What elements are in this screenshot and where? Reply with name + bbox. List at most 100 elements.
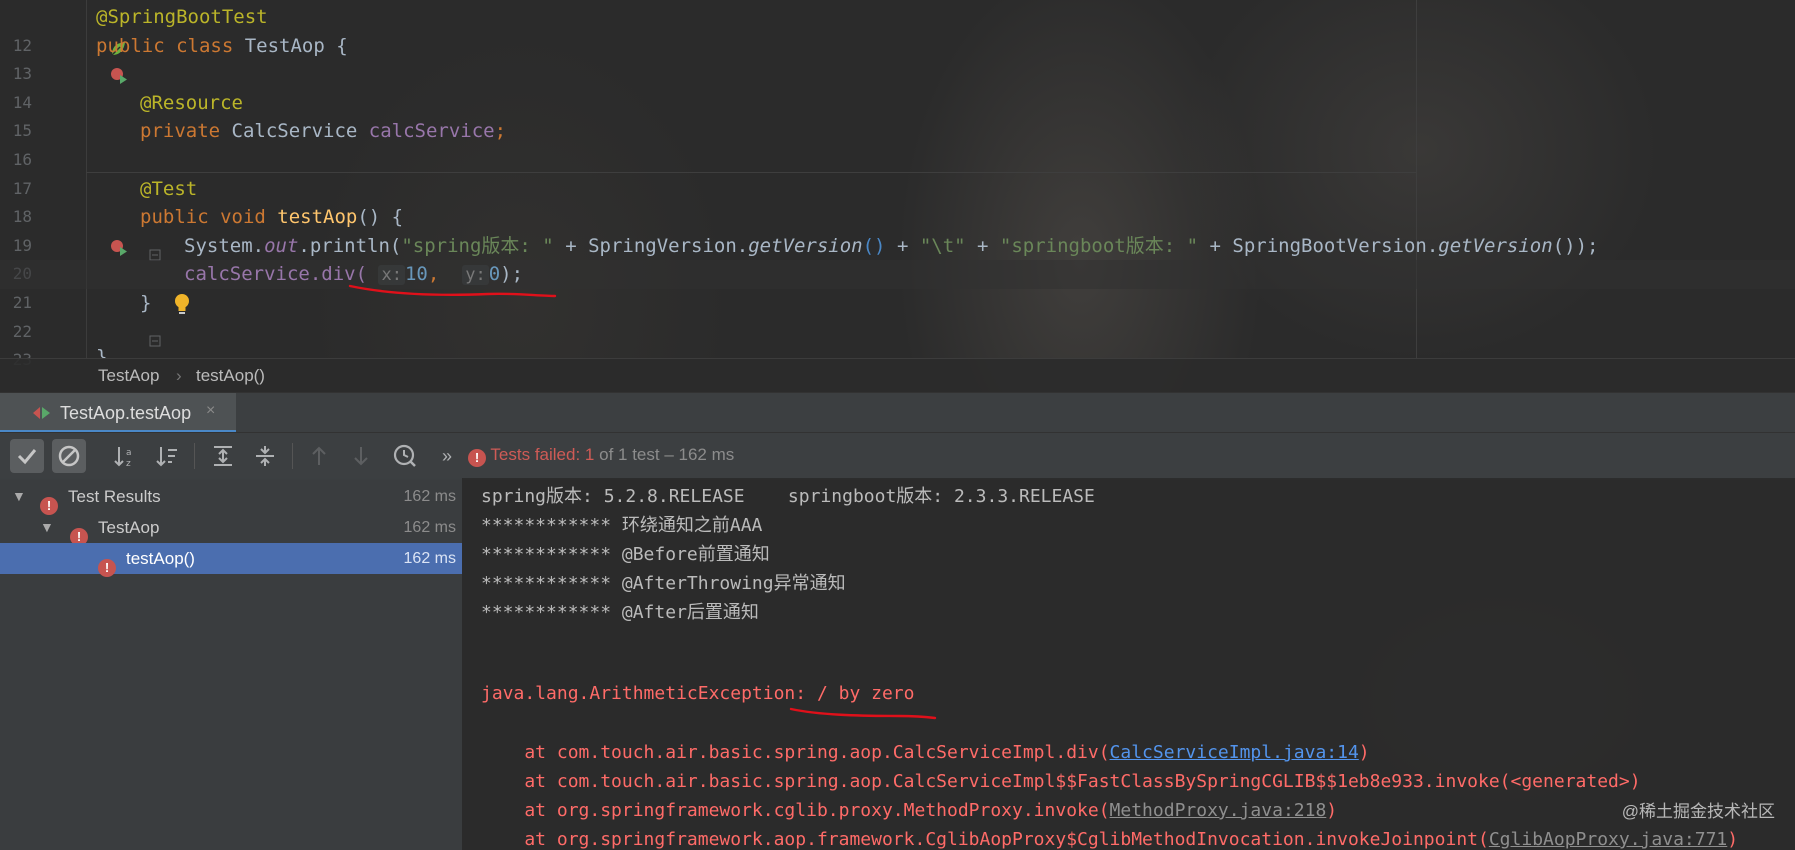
next-failed-button[interactable] <box>344 439 378 473</box>
breadcrumb-separator: › <box>176 366 182 385</box>
console-line: spring版本: 5.2.8.RELEASE springboot版本: 2.… <box>481 486 1095 507</box>
code-token: () <box>862 234 886 257</box>
run-config-icon <box>32 405 52 426</box>
code-line-21: 21 calcService.div( x: 10, y: 0); <box>0 260 1795 314</box>
code-token: + SpringVersion. <box>553 234 749 257</box>
code-token: } <box>140 292 152 314</box>
code-token: ); <box>500 263 524 286</box>
lightbulb-icon[interactable] <box>104 264 189 314</box>
code-token: + <box>965 234 1000 257</box>
code-token: ()); <box>1552 234 1599 257</box>
stacktrace-line: at com.touch.air.basic.spring.aop.CalcSe… <box>481 771 1641 792</box>
sort-alphabetically-button[interactable]: az <box>108 439 142 473</box>
stacktrace-line: at com.touch.air.basic.spring.aop.CalcSe… <box>481 742 1370 763</box>
test-runner-toolbar: az » ! Tests failed: 1 of 1 test – 162 m… <box>0 432 1795 480</box>
field-name: calcService <box>368 120 495 143</box>
breadcrumb-method[interactable]: testAop() <box>196 359 265 393</box>
source-link[interactable]: MethodProxy.java:218 <box>1110 800 1327 821</box>
red-underline-annotation <box>789 707 937 720</box>
number-literal: 0 <box>488 263 501 286</box>
static-method: getVersion <box>748 234 863 257</box>
fold-marker-icon[interactable] <box>80 212 161 261</box>
console-line: ************ @After后置通知 <box>481 602 759 623</box>
expand-all-button[interactable] <box>206 439 240 473</box>
tree-item-label: testAop() <box>126 549 195 568</box>
source-link[interactable]: CglibAopProxy.java:771 <box>1489 829 1727 850</box>
show-passed-button[interactable] <box>10 439 44 473</box>
tree-item-test-results[interactable]: ▼ ! Test Results 162 ms <box>0 481 462 515</box>
stacktrace-text: at org.springframework.aop.framework.Cgl… <box>481 829 1489 850</box>
string-literal: "spring版本: " <box>401 234 554 257</box>
watermark: @稀土掘金技术社区 <box>1621 802 1775 821</box>
sort-by-duration-button[interactable] <box>150 439 184 473</box>
stacktrace-line: at org.springframework.aop.framework.Cgl… <box>481 829 1738 850</box>
exception-line: java.lang.ArithmeticException: / by zero <box>481 683 915 704</box>
console-line: ************ @Before前置通知 <box>481 544 770 565</box>
code-line-13: 13 public class TestAop { <box>0 32 1795 85</box>
status-failed-label: Tests failed: <box>490 445 585 464</box>
tree-item-label: TestAop <box>98 518 160 537</box>
code-line-24-partial: } <box>0 343 1795 358</box>
run-test-icon[interactable] <box>40 38 127 85</box>
code-line-17: 17 <box>0 146 1795 198</box>
tab-label: TestAop.testAop <box>60 403 192 423</box>
stacktrace-text: ) <box>1326 800 1338 821</box>
more-actions-button[interactable]: » <box>430 439 464 473</box>
toolbar-separator <box>194 443 195 469</box>
status-failed-count: 1 <box>584 445 595 464</box>
tree-item-label: Test Results <box>68 487 161 506</box>
breadcrumb-class[interactable]: TestAop <box>98 359 159 393</box>
error-icon: ! <box>98 549 116 580</box>
code-line-15: 15 @Resource <box>0 89 1795 141</box>
code-line-18: 18 @Test <box>0 175 1795 227</box>
annotation: @Test <box>140 177 198 200</box>
test-history-button[interactable] <box>388 439 422 473</box>
source-link[interactable]: CalcServiceImpl.java:14 <box>1110 742 1359 763</box>
code-token: } <box>96 346 108 358</box>
status-summary: of 1 test – 162 ms <box>594 445 735 464</box>
collapse-all-button[interactable] <box>248 439 282 473</box>
sort-duration-icon <box>156 447 177 467</box>
previous-failed-button[interactable] <box>302 439 336 473</box>
comma: , <box>427 263 440 286</box>
code-line-16: 16 private CalcService calcService; <box>0 117 1795 169</box>
toolbar-separator <box>292 443 293 469</box>
checkmark-icon <box>17 449 37 465</box>
test-status: ! Tests failed: 1 of 1 test – 162 ms <box>468 445 734 467</box>
code-line-14: 14 <box>0 60 1795 112</box>
tab-testaop[interactable]: TestAop.testAop × <box>0 393 236 433</box>
tree-item-time: 162 ms <box>403 488 456 505</box>
arrow-down-icon <box>354 447 368 466</box>
svg-text:z: z <box>126 459 131 469</box>
error-icon: ! <box>468 449 486 467</box>
history-icon <box>393 444 416 467</box>
param-hint-y: y: <box>462 265 489 286</box>
arrow-up-icon <box>312 446 326 465</box>
stacktrace-text: ) <box>1358 742 1370 763</box>
sort-alpha-icon: az <box>114 447 132 469</box>
static-method: getVersion <box>1438 234 1553 257</box>
expand-arrow-icon[interactable]: ▼ <box>12 481 26 512</box>
show-ignored-button[interactable] <box>52 439 86 473</box>
close-icon[interactable]: × <box>206 402 215 420</box>
breadcrumb: TestAop › testAop() <box>0 358 1795 393</box>
run-tab-bar: TestAop.testAop × <box>0 392 1795 433</box>
type-name: CalcService <box>231 120 369 143</box>
console-output[interactable]: spring版本: 5.2.8.RELEASE springboot版本: 2.… <box>463 478 1795 850</box>
annotation: @SpringBootTest <box>96 6 268 28</box>
stacktrace-text: at org.springframework.cglib.proxy.Metho… <box>481 800 1110 821</box>
code-line-12: 12 @SpringBootTest <box>0 3 1795 56</box>
tree-item-time: 162 ms <box>403 550 456 567</box>
collapse-all-icon <box>256 446 274 466</box>
stacktrace-text: at com.touch.air.basic.spring.aop.CalcSe… <box>481 742 1110 763</box>
string-literal: "springboot版本: " <box>999 234 1199 257</box>
code-line-23: 23 <box>0 318 1795 369</box>
spring-leaf-icon[interactable] <box>40 9 125 56</box>
tree-item-testaop-method[interactable]: ! testAop() 162 ms <box>0 543 462 577</box>
code-editor[interactable]: 12 @SpringBootTest 13 public class TestA… <box>0 0 1795 369</box>
code-line-20: 20 System.out.println("spring版本: " + Spr… <box>0 232 1795 284</box>
fold-marker-icon[interactable] <box>80 298 161 347</box>
run-test-icon[interactable] <box>40 209 127 256</box>
expand-arrow-icon[interactable]: ▼ <box>40 512 54 543</box>
tree-item-testaop[interactable]: ▼ ! TestAop 162 ms <box>0 512 462 546</box>
